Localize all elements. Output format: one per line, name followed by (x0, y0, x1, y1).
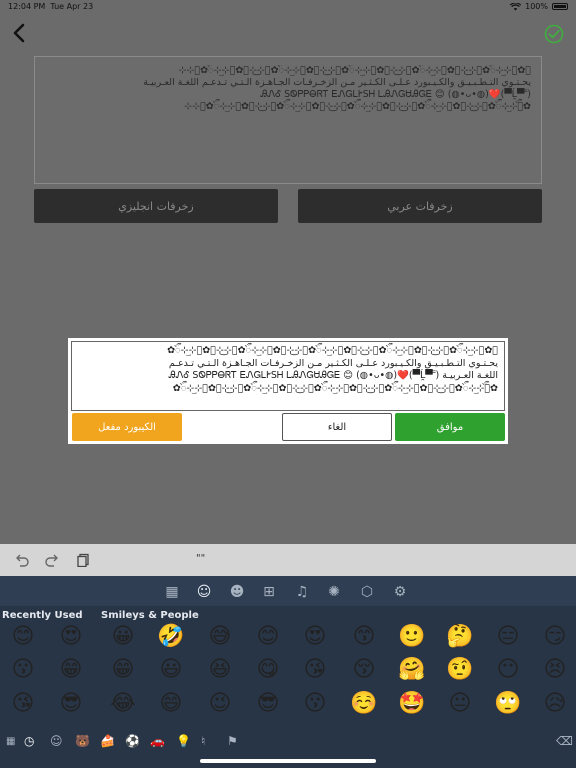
emoji-key[interactable]: 😉 (205, 689, 235, 719)
battery-percent: 100% (525, 2, 548, 11)
paste-icon[interactable] (77, 553, 91, 567)
status-bar: 12:04 PM Tue Apr 23 100% (0, 0, 576, 14)
sparkle-icon[interactable]: ✺ (323, 581, 345, 603)
back-button[interactable] (10, 22, 30, 44)
emoji-key[interactable]: 😊 (253, 622, 283, 652)
emoji-keyboard: ▦ ☺ ☻ ⊞ ♫ ✺ ⬡ ⚙ Recently Used Smileys & … (0, 576, 576, 768)
decorated-text-editor[interactable]: ✿ᭂ⊹⃝ٜ͜⊹ᭂ✿⊹⃝⊹͜✿ᭂ⊹⃝ٜ͜⊹ᭂ✿⊹⃝⊹͜✿ᭂ⊹⃝ٜ͜⊹ᭂ✿⊹⃝⊹͜✿… (34, 56, 542, 184)
emoji-key[interactable]: 🤣 (156, 622, 186, 652)
emoji-key[interactable]: 😘 (8, 689, 38, 719)
objects-category-icon[interactable]: 💡 (176, 734, 191, 748)
emoji-key[interactable]: 😄 (156, 689, 186, 719)
check-circle-icon (544, 24, 564, 44)
emoji-key[interactable]: 😚 (349, 655, 379, 685)
battery-icon (552, 3, 568, 10)
emoji-key[interactable]: 😀 (108, 622, 138, 652)
english-decorations-button[interactable]: زخرفات انجليزي (34, 189, 278, 223)
emoji-key[interactable]: 😁 (108, 655, 138, 685)
emoji-key[interactable]: 😙 (349, 622, 379, 652)
flags-category-icon[interactable]: ⚑ (227, 734, 238, 748)
editor-text: ✿ᭂ⊹⃝ٜ͜⊹ᭂ✿⊹⃝⊹͜✿ᭂ⊹⃝ٜ͜⊹ᭂ✿⊹⃝⊹͜✿ᭂ⊹⃝ٜ͜⊹ᭂ✿⊹⃝⊹͜✿… (143, 65, 531, 112)
emoji-key[interactable]: 🤔 (445, 622, 475, 652)
text-art-icon[interactable]: ⊞ (258, 581, 280, 603)
dialog-text-field[interactable]: ✿ᭂ⊹⃝ٜ͜⊹ᭂ✿⊹⃝⊹͜✿ᭂ⊹⃝ٜ͜⊹ᭂ✿⊹⃝⊹͜✿ᭂ⊹⃝ٜ͜⊹ᭂ✿⊹⃝⊹͜✿… (71, 341, 505, 411)
status-time: 12:04 PM Tue Apr 23 (8, 2, 94, 11)
keyboard-shortcut-bar: "" (0, 544, 576, 576)
emoji-key[interactable]: 😆 (205, 655, 235, 685)
emoji-key[interactable]: ☺️ (349, 689, 379, 719)
redo-icon[interactable] (44, 553, 60, 567)
emoji-key[interactable]: 😏 (540, 622, 570, 652)
emoji-key[interactable]: 😃 (156, 655, 186, 685)
status-right: 100% (510, 2, 568, 11)
emoji-grid: 😊 😍 😀 🤣 😅 😊 😍 😙 🙂 🤔 😑 😏 😗 😁 😁 😃 😆 😋 😘 😚 🤗 🤨 😶 😣 😘 😎 😂 😄 😉 😎 😗 ☺️ 🤩 😐 🙄 😥 (0, 622, 576, 732)
done-button[interactable] (544, 24, 564, 44)
symbols-icon[interactable]: ♫ (291, 581, 313, 603)
emoji-key[interactable]: 🤩 (397, 689, 427, 719)
emoji-key[interactable]: 🤨 (445, 655, 475, 685)
preview-dialog: ✿ᭂ⊹⃝ٜ͜⊹ᭂ✿⊹⃝⊹͜✿ᭂ⊹⃝ٜ͜⊹ᭂ✿⊹⃝⊹͜✿ᭂ⊹⃝ٜ͜⊹ᭂ✿⊹⃝⊹͜✿… (68, 338, 508, 444)
grid-icon[interactable]: ▦ (161, 581, 183, 603)
emoji-key[interactable]: 🙂 (397, 622, 427, 652)
emoji-key[interactable]: 😣 (540, 655, 570, 685)
emoji-key[interactable]: 😑 (493, 622, 523, 652)
quote-key[interactable]: "" (196, 553, 205, 564)
wifi-icon (510, 2, 522, 10)
gear-icon[interactable]: ⚙ (389, 581, 411, 603)
travel-category-icon[interactable]: 🚗 (150, 734, 165, 748)
emoji-key[interactable]: 😍 (56, 622, 86, 652)
emoji-key[interactable]: 😘 (300, 655, 330, 685)
emoji-key[interactable]: 😅 (205, 622, 235, 652)
emoji-key[interactable]: 🙄 (493, 689, 523, 719)
recently-used-label: Recently Used (2, 610, 83, 621)
emoji-key[interactable]: 😊 (8, 622, 38, 652)
arabic-decorations-button[interactable]: زخرفات عربي (298, 189, 542, 223)
emoji-key[interactable]: 😥 (540, 689, 570, 719)
emoji-key[interactable]: 😐 (445, 689, 475, 719)
keyboard-grid-icon[interactable]: ▦ (6, 736, 15, 747)
keyboard-bottom-bar: ▦ ◷ ☺ 🐻 🍰 ⚽ 🚗 💡 ♮ ⚑ ⌫ (0, 730, 576, 756)
emoji-key[interactable]: 😍 (300, 622, 330, 652)
emoji-category-bar: ▦ ☺ ☻ ⊞ ♫ ✺ ⬡ ⚙ (0, 576, 576, 606)
emoji-key[interactable]: 😁 (56, 655, 86, 685)
keyboard-enabled-button[interactable]: الكيبورد مفعل (72, 413, 182, 441)
animals-category-icon[interactable]: 🐻 (75, 734, 90, 748)
symbols-category-icon[interactable]: ♮ (201, 734, 205, 748)
emoji-key[interactable]: 😗 (8, 655, 38, 685)
emoji-key[interactable]: 😋 (253, 655, 283, 685)
recent-clock-icon[interactable]: ◷ (24, 734, 34, 748)
emoji-key[interactable]: 😂 (108, 689, 138, 719)
chevron-left-icon (13, 23, 25, 43)
emoji-key[interactable]: 😎 (56, 689, 86, 719)
smileys-category-icon[interactable]: ☺ (50, 734, 63, 748)
ok-button[interactable]: موافق (395, 413, 505, 441)
smileys-people-label: Smileys & People (101, 610, 199, 621)
emoji-key[interactable]: 😶 (493, 655, 523, 685)
home-indicator (200, 759, 376, 763)
backspace-icon[interactable]: ⌫ (556, 734, 573, 748)
activity-category-icon[interactable]: ⚽ (125, 734, 140, 748)
smiley-icon[interactable]: ☺ (190, 579, 218, 605)
undo-icon[interactable] (14, 553, 30, 567)
cancel-button[interactable]: الغاء (282, 413, 392, 441)
cube-icon[interactable]: ⬡ (356, 581, 378, 603)
emoji-key[interactable]: 😗 (300, 689, 330, 719)
emoji-key[interactable]: 🤗 (397, 655, 427, 685)
emoji-key[interactable]: 😎 (253, 689, 283, 719)
food-category-icon[interactable]: 🍰 (100, 734, 115, 748)
emoticon-box-icon[interactable]: ☻ (226, 581, 248, 603)
